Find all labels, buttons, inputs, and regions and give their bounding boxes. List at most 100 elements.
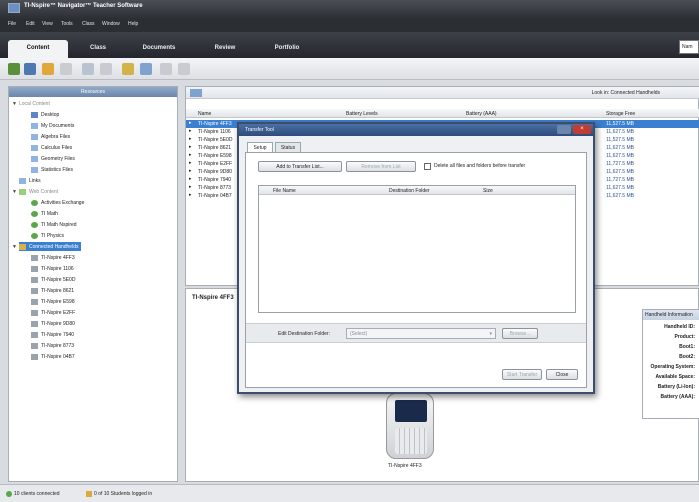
browse-button[interactable]: Browse... xyxy=(502,328,538,339)
tree-label: Geometry Files xyxy=(41,155,75,162)
tree-item-handheld[interactable]: TI-Nspire E598 xyxy=(31,297,75,306)
send-icon[interactable] xyxy=(82,63,94,75)
tab-setup[interactable]: Setup xyxy=(247,142,273,152)
tree-label: TI-Nspire E2FF xyxy=(41,309,76,316)
desktop-icon xyxy=(31,111,38,118)
tree-item-handheld[interactable]: TI-Nspire 1106 xyxy=(31,264,74,273)
list-header: Name Battery Levels Battery (AAA) Storag… xyxy=(186,109,699,118)
handhelds-icon xyxy=(19,243,26,250)
row-storage: 11,627.5 MB xyxy=(606,153,634,159)
expand-arrow-icon[interactable]: ▸ xyxy=(189,168,192,174)
folder-icon xyxy=(31,122,38,129)
start-transfer-button[interactable]: Start Transfer xyxy=(502,369,542,380)
new-document-icon[interactable] xyxy=(24,63,36,75)
expand-arrow-icon[interactable]: ▸ xyxy=(189,120,192,126)
delete-files-checkbox[interactable] xyxy=(424,163,431,170)
expand-arrow-icon[interactable]: ▸ xyxy=(189,144,192,150)
tree-item-handheld[interactable]: TI-Nspire 7940 xyxy=(31,330,74,339)
menu-help[interactable]: Help xyxy=(128,21,138,27)
globe-icon xyxy=(31,210,38,217)
tree-item-handheld[interactable]: TI-Nspire E2FF xyxy=(31,308,75,317)
delete-files-label: Delete all files and folders before tran… xyxy=(434,163,526,169)
add-to-transfer-list-button[interactable]: Add to Transfer List... xyxy=(258,161,342,172)
search-input[interactable]: Nam xyxy=(679,40,699,54)
minimize-button[interactable] xyxy=(557,125,571,134)
expand-arrow-icon[interactable]: ▸ xyxy=(189,176,192,182)
expand-icon[interactable]: ▼ xyxy=(12,189,17,195)
tab-documents[interactable]: Documents xyxy=(126,40,192,58)
tree-item-handheld[interactable]: TI-Nspire 4FF3 xyxy=(31,253,75,262)
tree-group-connected-handhelds[interactable]: Connected Handhelds xyxy=(19,242,82,251)
tree-item-handheld[interactable]: TI-Nspire 8773 xyxy=(31,341,74,350)
close-button[interactable]: Close xyxy=(546,369,578,380)
expand-arrow-icon[interactable]: ▸ xyxy=(189,128,192,134)
expand-arrow-icon[interactable]: ▸ xyxy=(189,160,192,166)
col-size[interactable]: Size xyxy=(483,188,493,194)
collect-icon[interactable] xyxy=(100,63,112,75)
tree-item-my-documents[interactable]: My Documents xyxy=(31,121,74,130)
info-label: Operating System: xyxy=(650,364,695,370)
tree-item-ti-physics[interactable]: TI Physics xyxy=(31,231,64,240)
tree-label: TI Math Nspired xyxy=(41,221,77,228)
col-battery-aaa[interactable]: Battery (AAA) xyxy=(466,111,497,117)
properties-icon[interactable] xyxy=(178,63,190,75)
tree-item-activities-exchange[interactable]: Activities Exchange xyxy=(31,198,84,207)
row-name: TI-Nspire 04B7 xyxy=(198,193,232,199)
dialog-titlebar[interactable]: Transfer Tool xyxy=(239,124,593,136)
folder-icon[interactable] xyxy=(122,63,134,75)
menu-class[interactable]: Class xyxy=(82,21,95,27)
tab-status[interactable]: Status xyxy=(275,142,301,152)
tree-item-desktop[interactable]: Desktop xyxy=(31,110,59,119)
chevron-down-icon: ▾ xyxy=(489,331,492,337)
app-icon xyxy=(8,3,20,13)
tree-item-handheld[interactable]: TI-Nspire 5E0D xyxy=(31,275,75,284)
tree-group-web[interactable]: Web Content xyxy=(19,187,58,196)
tree-item-handheld[interactable]: TI-Nspire 04B7 xyxy=(31,352,75,361)
col-battery-levels[interactable]: Battery Levels xyxy=(346,111,378,117)
tab-content[interactable]: Content xyxy=(8,40,68,58)
expand-arrow-icon[interactable]: ▸ xyxy=(189,136,192,142)
tree-label: TI Physics xyxy=(41,232,65,239)
tab-portfolio[interactable]: Portfolio xyxy=(258,40,316,58)
tree-item-ti-math-nspired[interactable]: TI Math Nspired xyxy=(31,220,77,229)
expand-arrow-icon[interactable]: ▸ xyxy=(189,192,192,198)
expand-arrow-icon[interactable]: ▸ xyxy=(189,184,192,190)
users-icon[interactable] xyxy=(8,63,20,75)
tree-item-calculus[interactable]: Calculus Files xyxy=(31,143,72,152)
tree-item-handheld[interactable]: TI-Nspire 9D80 xyxy=(31,319,75,328)
destination-folder-select[interactable]: (Select) ▾ xyxy=(346,328,496,339)
menu-file[interactable]: File xyxy=(8,21,16,27)
remove-from-list-button[interactable]: Remove from List xyxy=(346,161,416,172)
transfer-icon[interactable] xyxy=(140,63,152,75)
close-icon[interactable]: × xyxy=(573,125,591,134)
col-storage-free[interactable]: Storage Free xyxy=(606,111,635,117)
tab-review[interactable]: Review xyxy=(200,40,250,58)
tree-item-statistics[interactable]: Statistics Files xyxy=(31,165,73,174)
delete-icon[interactable] xyxy=(160,63,172,75)
col-name[interactable]: Name xyxy=(198,111,211,117)
tree-group-local[interactable]: Local Content xyxy=(19,99,50,108)
workspace-tabs: Content Class Documents Review Portfolio xyxy=(0,32,699,58)
view-menu-icon[interactable] xyxy=(190,89,202,97)
tree-item-algebra[interactable]: Algebra Files xyxy=(31,132,70,141)
tree-item-handheld[interactable]: TI-Nspire 8621 xyxy=(31,286,74,295)
tab-class[interactable]: Class xyxy=(76,40,120,58)
col-file-name[interactable]: File Name xyxy=(273,188,296,194)
tree-label: TI-Nspire 7940 xyxy=(41,331,75,338)
expand-icon[interactable]: ▼ xyxy=(12,244,17,250)
menu-window[interactable]: Window xyxy=(102,21,120,27)
tree-item-geometry[interactable]: Geometry Files xyxy=(31,154,75,163)
globe-icon xyxy=(31,199,38,206)
refresh-icon[interactable] xyxy=(60,63,72,75)
col-destination-folder[interactable]: Destination Folder xyxy=(389,188,430,194)
open-folder-icon[interactable] xyxy=(42,63,54,75)
menu-tools[interactable]: Tools xyxy=(61,21,73,27)
expand-icon[interactable]: ▼ xyxy=(12,101,17,107)
tree-item-links[interactable]: Links xyxy=(19,176,41,185)
transfer-list[interactable]: File Name Destination Folder Size xyxy=(258,185,576,313)
menu-edit[interactable]: Edit xyxy=(26,21,35,27)
menu-view[interactable]: View xyxy=(42,21,53,27)
tree-item-ti-math[interactable]: TI Math xyxy=(31,209,58,218)
folder-icon xyxy=(31,166,38,173)
expand-arrow-icon[interactable]: ▸ xyxy=(189,152,192,158)
